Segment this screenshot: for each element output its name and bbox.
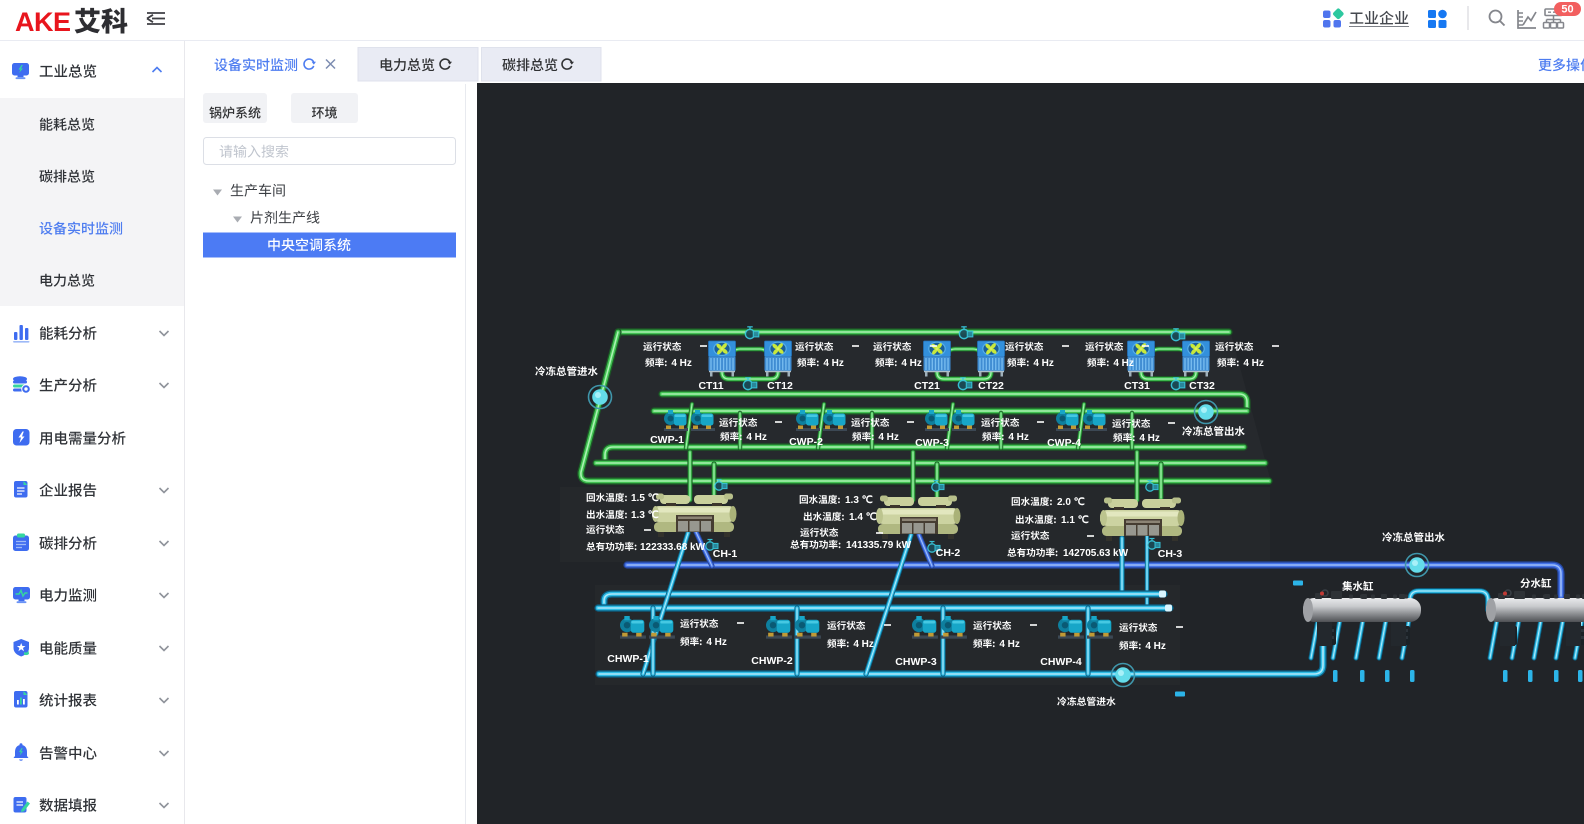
svg-text:CWP-4: CWP-4 — [1047, 437, 1081, 449]
svg-text:CT12: CT12 — [767, 380, 793, 392]
svg-text:142705.63 kW: 142705.63 kW — [1063, 548, 1129, 559]
svg-text:2.0 ℃: 2.0 ℃ — [1057, 497, 1085, 508]
svg-text:CT11: CT11 — [698, 380, 723, 392]
svg-text:50: 50 — [1561, 4, 1573, 16]
svg-text:CH-1: CH-1 — [713, 548, 738, 560]
svg-text:CHWP-4: CHWP-4 — [1040, 656, 1082, 668]
svg-text:4 Hz: 4 Hz — [1145, 641, 1166, 652]
svg-text:4 Hz: 4 Hz — [878, 432, 899, 443]
svg-text:CWP-2: CWP-2 — [789, 436, 823, 448]
svg-text:CHWP-1: CHWP-1 — [607, 653, 649, 665]
svg-text:4 Hz: 4 Hz — [1008, 432, 1029, 443]
svg-text:CH-3: CH-3 — [1158, 548, 1183, 560]
svg-text:4 Hz: 4 Hz — [1139, 433, 1160, 444]
svg-text:4 Hz: 4 Hz — [706, 637, 727, 648]
svg-text:122333.68 kW: 122333.68 kW — [640, 542, 706, 553]
svg-text:4 Hz: 4 Hz — [901, 358, 922, 369]
svg-text:1.5 ℃: 1.5 ℃ — [631, 493, 659, 504]
svg-text:CT21: CT21 — [914, 380, 940, 392]
svg-text:1.4 ℃: 1.4 ℃ — [849, 512, 877, 523]
svg-text:CT32: CT32 — [1189, 380, 1215, 392]
svg-text:1.1 ℃: 1.1 ℃ — [1061, 515, 1089, 526]
svg-text:CT31: CT31 — [1124, 380, 1150, 392]
svg-text:1.3 ℃: 1.3 ℃ — [631, 510, 659, 521]
svg-text:4 Hz: 4 Hz — [746, 432, 767, 443]
svg-text:4 Hz: 4 Hz — [1113, 358, 1134, 369]
svg-text:AKE: AKE — [15, 7, 71, 37]
svg-text:CHWP-3: CHWP-3 — [895, 656, 937, 668]
svg-text:CHWP-2: CHWP-2 — [751, 655, 793, 667]
svg-text:CWP-3: CWP-3 — [915, 437, 949, 449]
svg-text:4 Hz: 4 Hz — [1243, 358, 1264, 369]
svg-text:4 Hz: 4 Hz — [823, 358, 844, 369]
svg-text:1.3 ℃: 1.3 ℃ — [845, 495, 873, 506]
svg-text:4 Hz: 4 Hz — [853, 639, 874, 650]
svg-text:141335.79 kW: 141335.79 kW — [846, 540, 912, 551]
svg-text:4 Hz: 4 Hz — [1033, 358, 1054, 369]
svg-text:CWP-1: CWP-1 — [650, 434, 684, 446]
svg-text:4 Hz: 4 Hz — [671, 358, 692, 369]
svg-text:CT22: CT22 — [978, 380, 1004, 392]
svg-text:CH-2: CH-2 — [936, 547, 961, 559]
svg-text:4 Hz: 4 Hz — [999, 639, 1020, 650]
